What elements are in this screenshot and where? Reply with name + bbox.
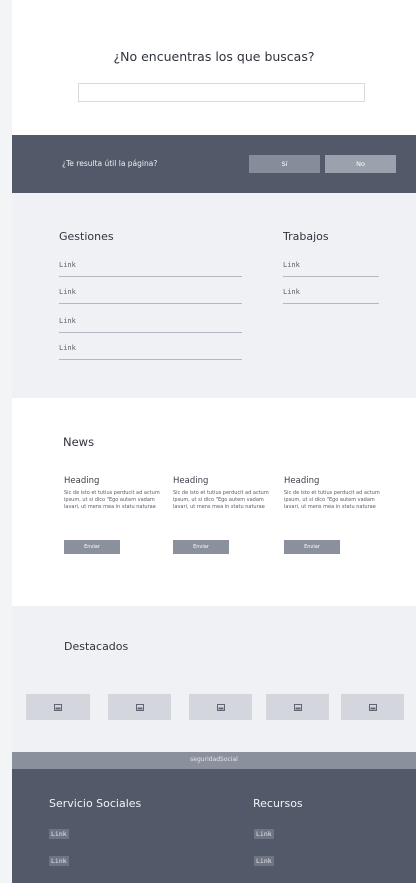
image-icon — [293, 703, 302, 711]
send-button[interactable]: Enviar — [64, 540, 120, 554]
gestiones-link[interactable]: Link — [59, 344, 242, 360]
brand-name: seguridadSocial — [190, 756, 238, 763]
search-title: ¿No encuentras los que buscas? — [113, 49, 315, 64]
news-card-body: Sic de isto et tutius perducit ad actum … — [284, 490, 380, 510]
recursos-heading: Recursos — [253, 797, 303, 810]
featured-item[interactable] — [26, 694, 90, 720]
news-card: Heading Sic de isto et tutius perducit a… — [284, 476, 384, 554]
feedback-bar: ¿Te resulta útil la página? Sí No — [12, 135, 416, 193]
footer: Servicio Sociales Link Link Recursos Lin… — [12, 769, 416, 883]
search-section: ¿No encuentras los que buscas? — [12, 0, 416, 135]
trabajos-link[interactable]: Link — [283, 261, 379, 277]
featured-item[interactable] — [189, 694, 252, 720]
gestiones-link[interactable]: Link — [59, 261, 242, 277]
news-title: News — [63, 435, 95, 449]
image-icon — [368, 703, 377, 711]
news-card: Heading Sic de isto et tutius perducit a… — [173, 476, 273, 554]
news-section: News Heading Sic de isto et tutius perdu… — [12, 398, 416, 606]
image-icon — [54, 703, 62, 711]
featured-title: Destacados — [64, 640, 129, 653]
gestiones-link[interactable]: Link — [59, 317, 242, 333]
servicios-link[interactable]: Link — [49, 829, 69, 839]
recursos-link[interactable]: Link — [254, 829, 274, 839]
trabajos-heading: Trabajos — [283, 230, 329, 243]
news-card-body: Sic de isto et tutius perducit ad actum … — [64, 490, 160, 510]
featured-item[interactable] — [108, 694, 171, 720]
yes-button[interactable]: Sí — [249, 155, 320, 173]
news-card-body: Sic de isto et tutius perducit ad actum … — [173, 490, 269, 510]
trabajos-link[interactable]: Link — [283, 288, 379, 304]
feedback-question: ¿Te resulta útil la página? — [62, 159, 158, 168]
news-card-heading: Heading — [284, 476, 320, 486]
servicios-heading: Servicio Sociales — [49, 797, 142, 810]
page: ¿No encuentras los que buscas? ¿Te resul… — [0, 0, 416, 883]
featured-item[interactable] — [266, 694, 329, 720]
image-icon — [216, 703, 225, 711]
news-card-heading: Heading — [173, 476, 209, 486]
featured-item[interactable] — [341, 694, 404, 720]
brand-bar: seguridadSocial — [12, 752, 416, 769]
servicios-link[interactable]: Link — [49, 856, 69, 866]
featured-section: Destacados — [12, 606, 416, 752]
gestiones-heading: Gestiones — [59, 230, 114, 243]
news-card-heading: Heading — [64, 476, 100, 486]
gestiones-link[interactable]: Link — [59, 288, 242, 304]
search-input[interactable] — [78, 83, 365, 102]
quick-links-section: Gestiones Link Link Link Link Trabajos L… — [12, 193, 416, 398]
recursos-link[interactable]: Link — [254, 856, 274, 866]
send-button[interactable]: Enviar — [173, 540, 229, 554]
image-icon — [135, 703, 144, 711]
send-button[interactable]: Enviar — [284, 540, 340, 554]
no-button[interactable]: No — [325, 155, 396, 173]
news-card: Heading Sic de isto et tutius perducit a… — [64, 476, 164, 554]
